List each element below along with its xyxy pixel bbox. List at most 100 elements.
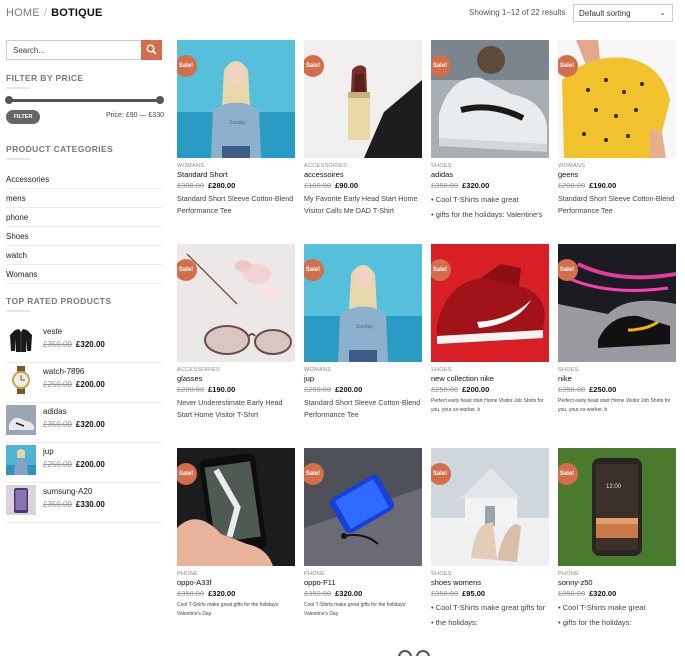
product-name[interactable]: nike [558,374,572,383]
top-rated-price: £250.00 £200.00 [43,380,105,389]
top-rated-name[interactable]: veste [43,327,62,336]
product-image[interactable]: Sale! [304,40,422,158]
price-range-text: Price: £90 — £330 [106,112,164,119]
product-bullet: • the holidays: [431,618,478,627]
svg-text:Sunday: Sunday [356,324,373,330]
top-rated-name[interactable]: watch-7896 [43,367,84,376]
category-item-watch[interactable]: watch [6,246,162,265]
breadcrumb: HOME / BOTIQUE [6,7,103,19]
product-name[interactable]: adidas [431,170,453,179]
top-rated-name[interactable]: jup [43,447,54,456]
search-input[interactable]: Search... [6,40,142,60]
widget-divider [6,310,30,312]
product-name[interactable]: accessoires [304,170,344,179]
category-item-mens[interactable]: mens [6,189,162,208]
product-description: Standard Short Sleeve Cotton-Blend Perfo… [177,194,294,215]
pagination-page[interactable] [398,650,412,656]
product-name[interactable]: shoes womens [431,578,481,587]
category-item-accessories[interactable]: Accessories [6,170,162,189]
watch-thumbnail [6,365,36,395]
product-image[interactable]: Sale! [304,448,422,566]
top-rated-list: veste £350.00 £320.00 watch-7896 £250.00 £… [6,323,162,523]
search-icon [146,44,157,55]
top-rated-name[interactable]: adidas [43,407,67,416]
breadcrumb-home-link[interactable]: HOME [6,7,40,19]
woman-thumbnail [6,445,36,475]
product-category: SHOES [431,367,452,373]
product-description: Standard Short Sleeve Cotton-Blend Perfo… [558,194,675,215]
product-category: WOMANS [558,163,586,169]
filter-title: FILTER BY PRICE [6,73,84,83]
pagination [398,650,434,656]
product-name[interactable]: sonny-z50 [558,578,593,587]
product-image[interactable]: Sale! [558,40,676,158]
product-image[interactable]: Sunday Sale! [304,244,422,362]
category-item-womans[interactable]: Womans [6,265,162,284]
sort-selected-value: Default sorting [579,9,631,18]
phone-thumbnail [6,485,36,515]
svg-text:12:00: 12:00 [606,484,622,490]
product-category: ACCESSORIES [177,367,221,373]
category-list: Accessories mens phone Shoes watch Woman… [6,170,162,284]
product-price: £350.00 £95.00 [431,589,486,598]
product-name[interactable]: oppo-A33f [177,578,212,587]
product-price: £100.00 £90.00 [304,181,359,190]
category-item-phone[interactable]: phone [6,208,162,227]
price-slider-min-handle[interactable] [5,96,13,104]
price-slider-track[interactable] [9,99,160,102]
product-name[interactable]: jup [304,374,314,383]
top-rated-item[interactable]: adidas £350.00 £320.00 [6,403,162,443]
product-category: PHONE [558,571,580,577]
product-image[interactable]: Sale! [177,244,295,362]
product-description: My Favorite Early Head Start Home Visito… [304,194,418,215]
top-rated-item[interactable]: watch-7896 £250.00 £200.00 [6,363,162,403]
product-image[interactable]: Sale! [431,244,549,362]
product-category: WOMANS [177,163,205,169]
category-item-shoes[interactable]: Shoes [6,227,162,246]
product-image[interactable]: Sunday Sale! [177,40,295,158]
shoe-thumbnail [6,405,36,435]
top-rated-title: TOP RATED PRODUCTS [6,296,112,306]
product-name[interactable]: glasses [177,374,202,383]
product-image[interactable]: 12:00 Sale! [558,448,676,566]
search-button[interactable] [141,40,162,60]
product-category: PHONE [177,571,199,577]
product-name[interactable]: oppo-F11 [304,578,336,587]
product-name[interactable]: new collection nike [431,374,494,383]
top-rated-item[interactable]: jup £250.00 £200.00 [6,443,162,483]
product-price: £250.00 £200.00 [304,385,363,394]
product-price: £350.00 £320.00 [431,181,490,190]
product-description: Never Underestimate Early Head Start Hom… [177,398,283,419]
product-image[interactable]: Sale! [431,448,549,566]
product-price: £200.00 £190.00 [558,181,617,190]
product-bullets: • Cool T-Shirts make great • gifts for th… [558,600,680,630]
product-name[interactable]: geens [558,170,578,179]
top-rated-item[interactable]: sumsung-A20 £350.00 £330.00 [6,483,162,523]
product-category: WOMANS [304,367,332,373]
product-price: £350.00 £320.00 [177,589,236,598]
results-count: Showing 1–12 of 22 results [469,8,566,17]
product-name[interactable]: Standard Short [177,170,227,179]
pagination-page[interactable] [416,650,430,656]
product-bullets: • Cool T-Shirts make great gifts for • th… [431,600,553,630]
product-category: SHOES [431,163,452,169]
product-bullet: • Cool T-Shirts make great [431,195,519,204]
widget-divider [6,158,30,160]
product-price: £350.00 £320.00 [304,589,363,598]
product-description: Perfect early head start Home Visitor Jo… [431,398,544,413]
product-image[interactable]: Sale! [558,244,676,362]
product-bullet: • Cool T-Shirts make great gifts for [431,603,546,612]
product-bullet: • Cool T-Shirts make great [558,603,646,612]
filter-button[interactable]: FILTER [6,110,40,124]
search-form: Search... [6,40,162,60]
top-rated-item[interactable]: veste £350.00 £320.00 [6,323,162,363]
product-image[interactable]: Sale! [177,448,295,566]
sort-select[interactable]: Default sorting ⌄ [573,4,673,22]
product-description: Perfect early head start Home Visitor Jo… [558,398,671,413]
product-bullets: • Cool T-Shirts make great • gifts for th… [431,192,553,222]
price-slider-max-handle[interactable] [156,96,164,104]
product-description: Standard Short Sleeve Cotton-Blend Perfo… [304,398,421,419]
product-category: PHONE [304,571,326,577]
product-image[interactable]: Sale! [431,40,549,158]
top-rated-name[interactable]: sumsung-A20 [43,487,92,496]
